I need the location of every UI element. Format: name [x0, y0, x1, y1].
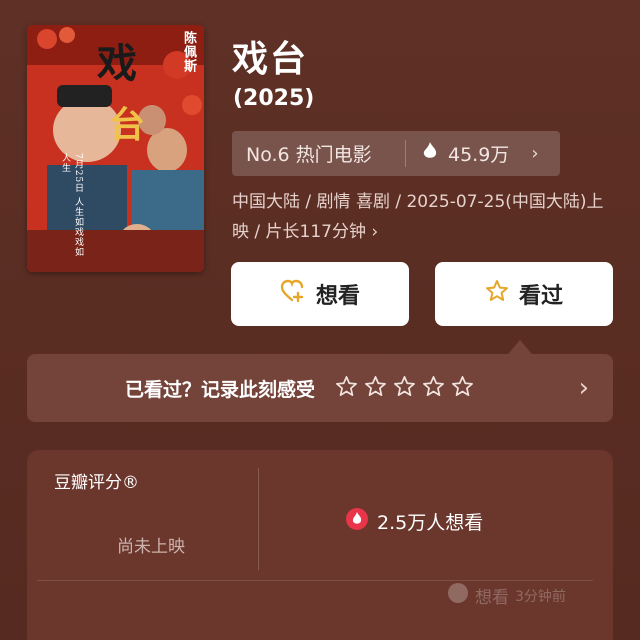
- avatar: [447, 582, 469, 609]
- heart-plus-icon: [280, 279, 306, 309]
- star-icon[interactable]: [364, 375, 387, 402]
- svg-text:台: 台: [109, 104, 145, 146]
- star-rating[interactable]: [335, 375, 474, 402]
- flame-badge-icon: [345, 507, 369, 536]
- movie-poster[interactable]: 戏 台 陈佩斯 7月25日 人生如戏戏如人生: [27, 25, 204, 272]
- poster-tagline: 7月25日 人生如戏戏如人生: [60, 153, 83, 258]
- record-feeling-bar[interactable]: 已看过？记录此刻感受 ›: [27, 354, 613, 422]
- poster-art: 戏 台: [27, 25, 204, 272]
- heat-value: 45.9万: [448, 144, 510, 166]
- watermark: 想看 3分钟前: [447, 582, 566, 609]
- want-button[interactable]: 想看: [231, 262, 409, 326]
- chevron-right-icon: ›: [578, 373, 589, 403]
- movie-year: (2025): [233, 86, 315, 111]
- svg-text:戏: 戏: [97, 40, 137, 87]
- movie-title: 戏台: [232, 39, 309, 80]
- ranking-bar[interactable]: No.6 热门电影 45.9万 ›: [232, 131, 560, 176]
- star-icon[interactable]: [335, 375, 358, 402]
- watermark-text: 想看: [475, 588, 509, 608]
- wish-text: 2.5万人想看: [377, 512, 484, 534]
- rating-card: 豆瓣评分® 尚未上映 2.5万人想看 想看 3分钟前: [27, 450, 613, 640]
- watermark-time: 3分钟前: [515, 588, 566, 605]
- heat-section[interactable]: 45.9万 ›: [406, 140, 539, 167]
- star-outline-icon: [485, 279, 509, 309]
- record-prompt: 已看过？记录此刻感受: [125, 378, 316, 401]
- chevron-right-icon: ›: [531, 143, 539, 164]
- seen-label: 看过: [518, 284, 563, 309]
- star-icon[interactable]: [451, 375, 474, 402]
- rank-label: No.6 热门电影: [232, 140, 406, 167]
- movie-meta[interactable]: 中国大陆 / 剧情 喜剧 / 2025-07-25(中国大陆)上映 / 片长11…: [232, 187, 612, 247]
- divider: [37, 580, 593, 581]
- movie-detail-page: 戏 台 陈佩斯 7月25日 人生如戏戏如人生 戏台 (2025) No.6 热门…: [0, 0, 640, 640]
- divider: [258, 468, 259, 570]
- flame-icon: [422, 141, 438, 166]
- star-icon[interactable]: [422, 375, 445, 402]
- rating-label: 豆瓣评分®: [54, 473, 139, 493]
- rating-status: 尚未上映: [117, 537, 185, 557]
- star-icon[interactable]: [393, 375, 416, 402]
- wish-count[interactable]: 2.5万人想看: [345, 507, 483, 536]
- popover-caret: [508, 340, 532, 354]
- poster-actor: 陈佩斯: [181, 31, 196, 73]
- want-label: 想看: [315, 284, 360, 309]
- seen-button[interactable]: 看过: [435, 262, 613, 326]
